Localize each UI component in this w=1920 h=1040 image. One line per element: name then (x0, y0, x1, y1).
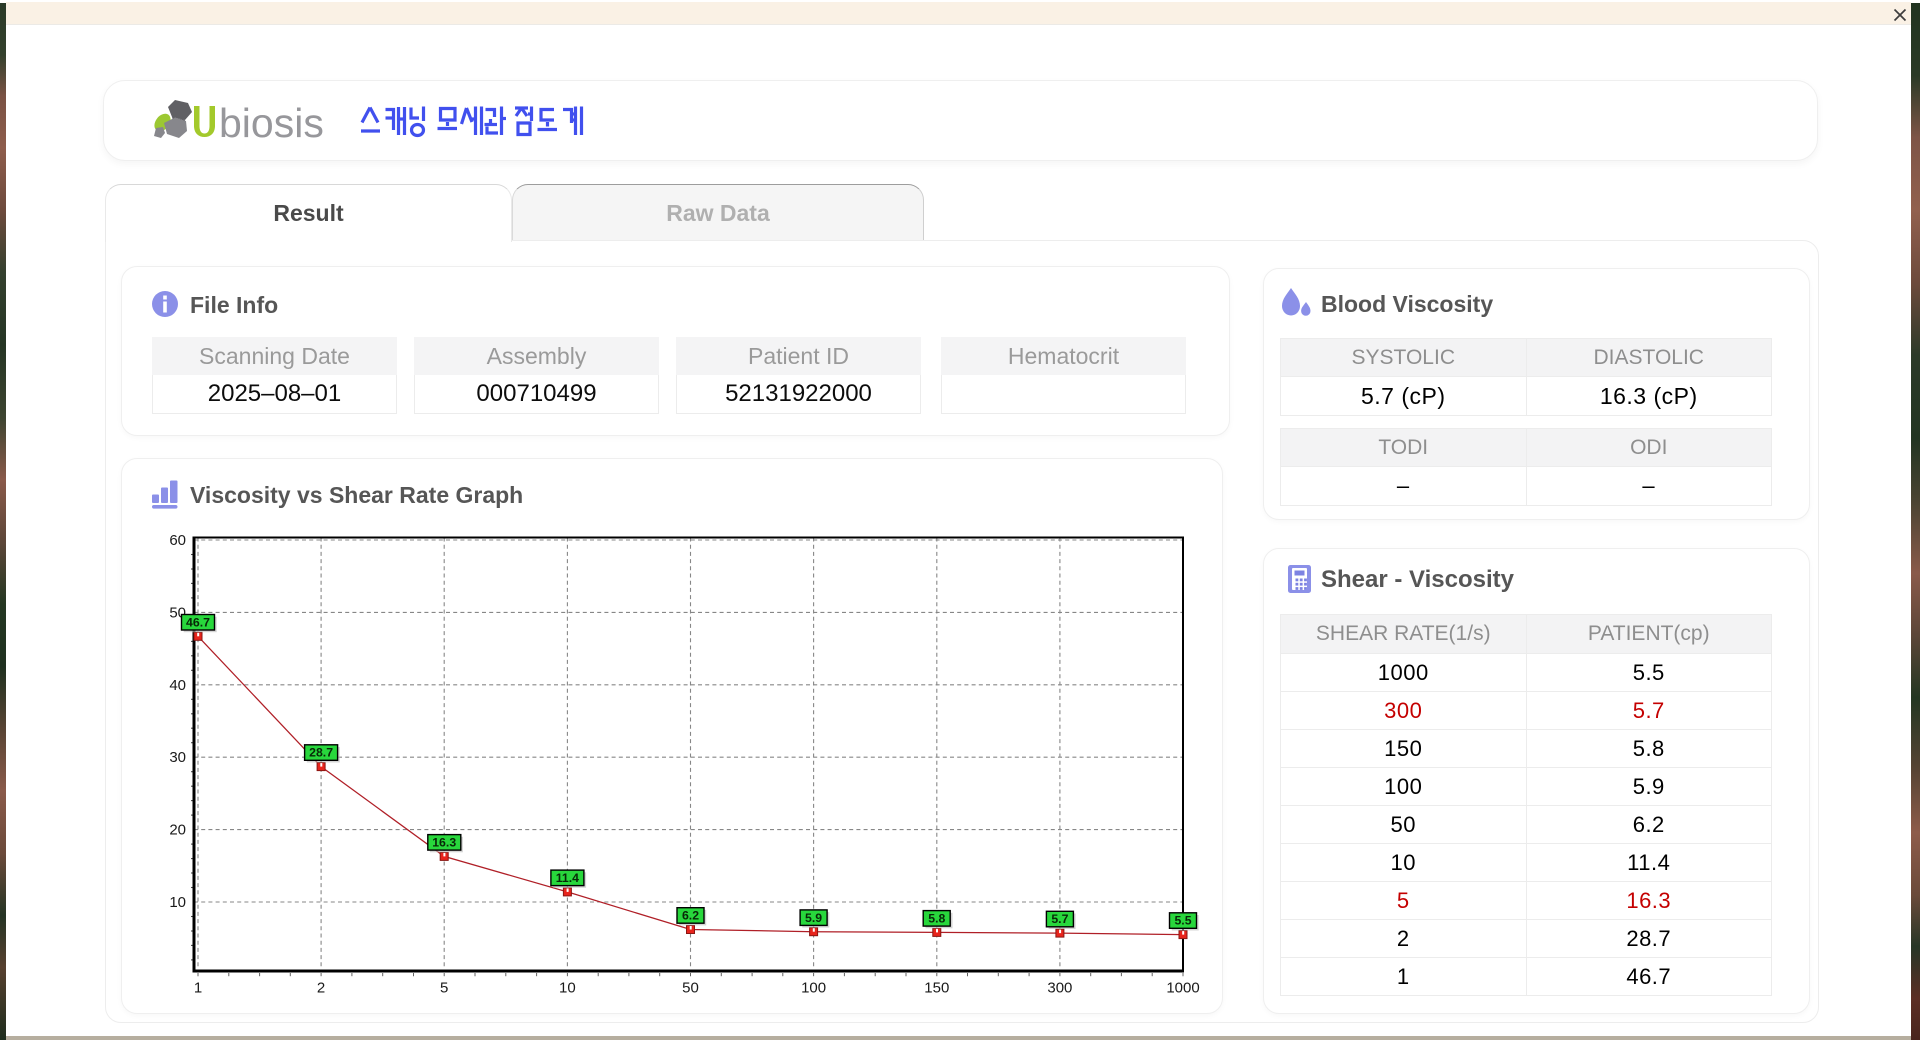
svg-text:10: 10 (559, 980, 576, 997)
svg-text:20: 20 (169, 822, 186, 839)
svg-text:2: 2 (317, 980, 325, 997)
svg-text:46.7: 46.7 (186, 615, 210, 629)
svg-text:300: 300 (1047, 980, 1072, 997)
svg-text:biosis: biosis (219, 100, 324, 146)
svg-text:5.8: 5.8 (928, 912, 945, 926)
svg-text:6.2: 6.2 (682, 909, 699, 923)
svg-text:60: 60 (169, 532, 186, 549)
svg-text:1: 1 (194, 980, 202, 997)
svg-text:28.7: 28.7 (309, 746, 333, 760)
svg-text:40: 40 (169, 677, 186, 694)
svg-text:30: 30 (169, 749, 186, 766)
svg-text:11.4: 11.4 (556, 871, 579, 885)
svg-text:10: 10 (169, 894, 186, 911)
svg-text:50: 50 (682, 980, 699, 997)
svg-text:5.7: 5.7 (1051, 912, 1068, 926)
svg-text:5: 5 (440, 980, 448, 997)
svg-text:5.5: 5.5 (1174, 914, 1191, 928)
svg-text:150: 150 (924, 980, 949, 997)
svg-text:1000: 1000 (1166, 980, 1199, 997)
svg-text:16.3: 16.3 (432, 836, 456, 850)
svg-text:100: 100 (801, 980, 826, 997)
svg-text:5.9: 5.9 (805, 911, 822, 925)
